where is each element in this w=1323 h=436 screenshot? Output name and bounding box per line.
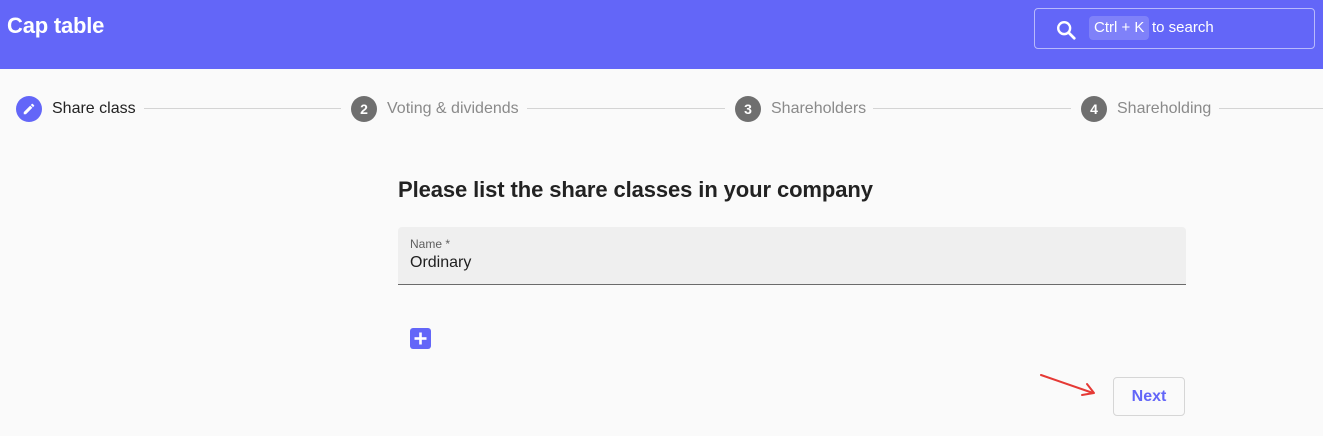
step-label: Shareholding xyxy=(1117,100,1212,117)
step-indicator xyxy=(16,96,42,122)
plus-icon xyxy=(414,332,427,345)
search-box[interactable]: Ctrl + K to search xyxy=(1034,8,1315,49)
page-title: Please list the share classes in your co… xyxy=(398,177,873,202)
annotation-arrow-icon xyxy=(1040,374,1095,396)
step-connector xyxy=(1219,108,1323,109)
step-number: 2 xyxy=(351,96,377,122)
step-shareholding[interactable]: 4 Shareholding xyxy=(1081,95,1211,123)
step-connector xyxy=(144,108,341,109)
search-hint: to search xyxy=(1152,19,1214,36)
app-header: Cap table Ctrl + K to search xyxy=(0,0,1323,69)
step-number: 3 xyxy=(735,96,761,122)
search-icon xyxy=(1057,21,1076,40)
field-value[interactable]: Ordinary xyxy=(410,254,471,272)
share-class-name-field[interactable]: Name * Ordinary xyxy=(398,227,1186,285)
step-share-class[interactable]: Share class xyxy=(16,95,136,123)
step-voting-dividends[interactable]: 2 Voting & dividends xyxy=(351,95,519,123)
step-shareholders[interactable]: 3 Shareholders xyxy=(735,95,866,123)
step-label: Voting & dividends xyxy=(387,100,519,117)
step-label: Shareholders xyxy=(771,100,867,117)
next-button[interactable]: Next xyxy=(1113,377,1185,416)
step-connector xyxy=(873,108,1071,109)
step-connector xyxy=(527,108,725,109)
app-title: Cap table xyxy=(7,13,105,38)
stepper: Share class 2 Voting & dividends 3 Share… xyxy=(0,93,1323,125)
add-share-class-button[interactable] xyxy=(410,328,431,349)
step-label: Share class xyxy=(52,100,136,117)
search-shortcut: Ctrl + K xyxy=(1089,16,1150,40)
field-label: Name * xyxy=(410,237,451,251)
pencil-icon xyxy=(23,103,35,115)
step-number: 4 xyxy=(1081,96,1107,122)
